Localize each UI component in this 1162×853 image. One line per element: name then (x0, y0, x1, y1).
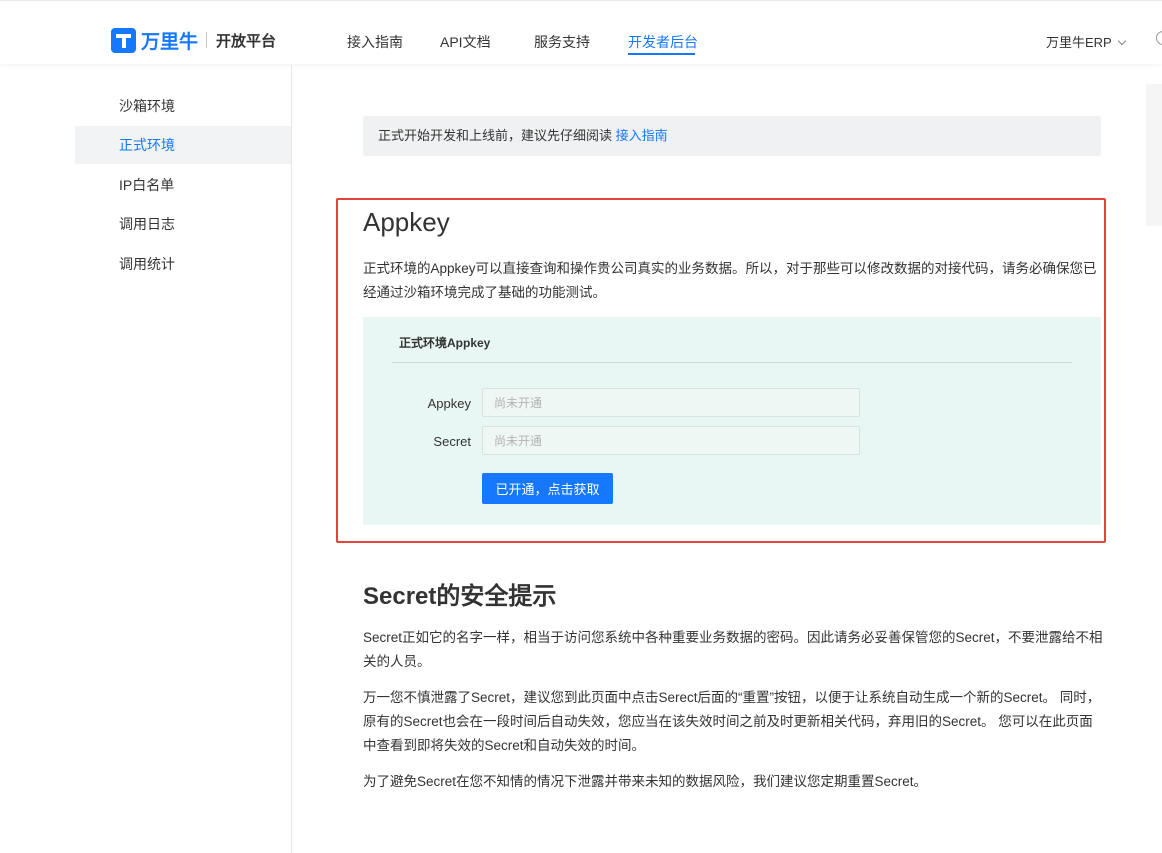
nav-api-docs[interactable]: API文档 (440, 32, 491, 52)
account-dropdown[interactable]: 万里牛ERP (1046, 32, 1126, 51)
appkey-heading: Appkey (363, 207, 450, 237)
appkey-input[interactable] (482, 388, 860, 417)
secret-paragraph-3: 为了避免Secret在您不知情的情况下泄露并带来未知的数据风险，我们建议您定期重… (363, 774, 928, 789)
appkey-intro: 正式环境的Appkey可以直接查询和操作贵公司真实的业务数据。所以，对于那些可以… (363, 261, 1097, 300)
sidebar: 沙箱环境 正式环境 IP白名单 调用日志 调用统计 (0, 65, 292, 853)
active-nav-indicator (628, 53, 695, 55)
chevron-down-icon (1117, 36, 1126, 46)
brand-name: 万里牛 (141, 31, 199, 53)
secret-input[interactable] (482, 426, 860, 455)
get-appkey-button[interactable]: 已开通，点击获取 (482, 473, 613, 504)
top-navigation-bar: 万里牛 开放平台 接入指南 API文档 服务支持 开发者后台 万里牛ERP (0, 0, 1162, 64)
nav-developer-console[interactable]: 开发者后台 (628, 32, 698, 52)
sidebar-item-sandbox[interactable]: 沙箱环境 (75, 87, 291, 125)
panel-title: 正式环境Appkey (399, 336, 491, 350)
sidebar-item-production[interactable]: 正式环境 (75, 126, 291, 164)
panel-divider (392, 362, 1072, 363)
secret-label: Secret (433, 434, 471, 449)
sidebar-item-ip-whitelist[interactable]: IP白名单 (75, 166, 291, 204)
nav-access-guide[interactable]: 接入指南 (347, 32, 403, 52)
scrollbar-track[interactable] (1146, 84, 1162, 226)
production-appkey-panel: 正式环境Appkey Appkey Secret 已开通，点击获取 (363, 317, 1101, 525)
logo-divider (206, 32, 208, 48)
sidebar-item-call-stats[interactable]: 调用统计 (75, 245, 291, 283)
secret-paragraph-2: 万一您不慎泄露了Secret，建议您到此页面中点击Serect后面的“重置”按钮… (363, 690, 1101, 753)
wanliniu-logo-icon (111, 27, 136, 53)
nav-service-support[interactable]: 服务支持 (534, 32, 590, 52)
notice-banner: 正式开始开发和上线前，建议先仔细阅读 接入指南 (363, 116, 1101, 156)
help-icon[interactable] (1156, 31, 1162, 45)
appkey-label: Appkey (427, 396, 471, 411)
logo[interactable]: 万里牛 开放平台 (111, 27, 276, 53)
secret-paragraph-1: Secret正如它的名字一样，相当于访问您系统中各种重要业务数据的密码。因此请务… (363, 630, 1103, 669)
account-label: 万里牛ERP (1046, 35, 1112, 50)
notice-text: 正式开始开发和上线前，建议先仔细阅读 (378, 128, 616, 143)
sidebar-item-call-logs[interactable]: 调用日志 (75, 205, 291, 243)
secret-safety-heading: Secret的安全提示 (363, 583, 557, 610)
notice-guide-link[interactable]: 接入指南 (616, 128, 668, 143)
platform-subtitle: 开放平台 (216, 32, 277, 50)
